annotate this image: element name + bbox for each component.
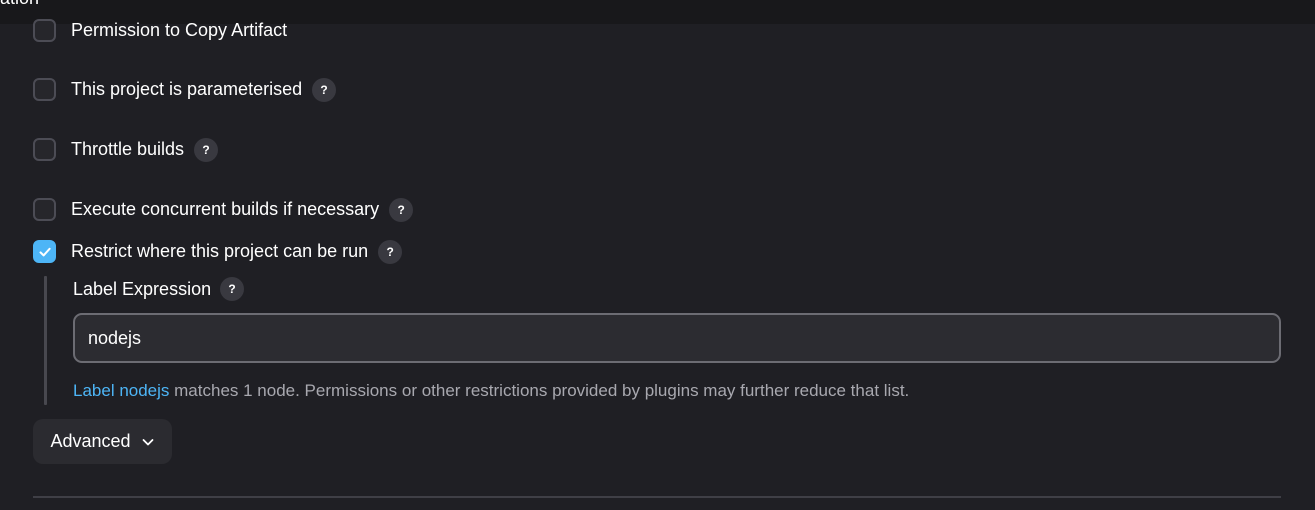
option-concurrent-builds[interactable]: Execute concurrent builds if necessary ?	[33, 196, 414, 223]
option-restrict-where-run[interactable]: Restrict where this project can be run ?	[33, 238, 403, 265]
section-divider	[33, 496, 1281, 498]
help-icon[interactable]: ?	[378, 239, 403, 264]
help-icon[interactable]: ?	[194, 137, 219, 162]
option-throttle-builds[interactable]: Throttle builds ?	[33, 136, 219, 163]
help-icon[interactable]: ?	[389, 197, 414, 222]
label-validation-message: Label nodejs matches 1 node. Permissions…	[73, 381, 909, 405]
option-label: Execute concurrent builds if necessary	[71, 199, 380, 219]
checkmark-icon	[39, 247, 51, 256]
chevron-down-icon	[142, 438, 153, 445]
option-label: Restrict where this project can be run	[71, 241, 369, 261]
restrict-where-run-checkbox[interactable]	[33, 240, 56, 263]
label-expression-input[interactable]	[73, 313, 1281, 363]
option-label: Permission to Copy Artifact	[71, 20, 288, 40]
option-parameterised[interactable]: This project is parameterised ?	[33, 76, 337, 103]
help-icon[interactable]: ?	[220, 277, 245, 301]
validation-text: matches 1 node. Permissions or other res…	[169, 381, 910, 400]
label-expression-label: Label Expression	[73, 278, 212, 299]
option-permission-to-copy-artifact[interactable]: Permission to Copy Artifact	[33, 17, 287, 44]
parameterised-checkbox[interactable]	[33, 78, 56, 101]
label-link[interactable]: Label nodejs	[73, 381, 169, 400]
header-title: ation	[0, 0, 39, 9]
nested-section-indicator	[44, 276, 47, 405]
option-label: Throttle builds	[71, 139, 185, 159]
build-configuration-section: ation Permission to Copy Artifact This p…	[0, 0, 1315, 510]
throttle-builds-checkbox[interactable]	[33, 138, 56, 161]
advanced-button[interactable]: Advanced	[33, 419, 172, 464]
concurrent-builds-checkbox[interactable]	[33, 198, 56, 221]
option-label: This project is parameterised	[71, 79, 303, 99]
label-expression-header: Label Expression ?	[73, 277, 245, 301]
advanced-button-label: Advanced	[50, 431, 131, 451]
help-icon[interactable]: ?	[312, 77, 337, 102]
permission-to-copy-artifact-checkbox[interactable]	[33, 19, 56, 42]
